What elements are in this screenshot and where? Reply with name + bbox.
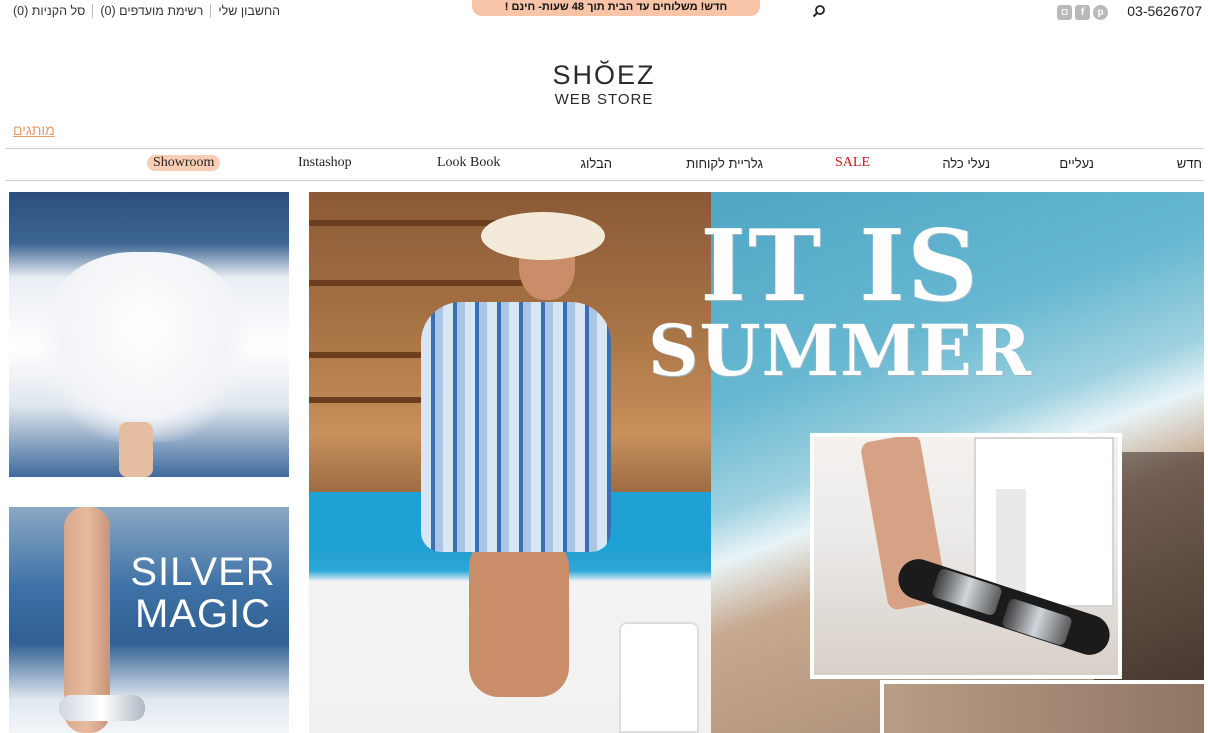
cart-link[interactable]: סל הקניות (0) — [6, 4, 92, 18]
white-skirt-banner[interactable] — [9, 192, 289, 477]
summer-title-line2: SUMMER — [647, 309, 1033, 392]
model-legs — [469, 537, 569, 697]
legs-image — [119, 422, 153, 477]
stool-rung — [996, 489, 1026, 599]
sandal-closeup-banner[interactable] — [810, 433, 1122, 679]
nav-item-sale[interactable]: SALE — [835, 155, 870, 171]
brands-link[interactable]: מותגים — [13, 122, 55, 138]
facebook-icon[interactable]: f — [1075, 5, 1090, 20]
it-is-summer-title: IT IS SUMMER — [620, 218, 1060, 386]
sun-hat — [481, 212, 605, 260]
summer-title-line1: IT IS — [700, 209, 980, 324]
search-icon[interactable] — [812, 4, 826, 18]
silver-title-line2: MAGIC — [134, 592, 272, 636]
nav-item-new[interactable]: חדש — [1177, 156, 1202, 171]
white-stool — [619, 622, 699, 733]
tutu-skirt-image — [39, 252, 249, 442]
silver-sandal-image — [59, 695, 145, 721]
nav-item-showroom[interactable]: Showroom — [147, 155, 221, 171]
nav-item-bridal[interactable]: נעלי כלה — [942, 156, 990, 171]
social-links: ◘ f p — [1057, 5, 1108, 20]
account-links: החשבון שלי רשימת מועדפים (0) סל הקניות (… — [6, 4, 287, 18]
nav-item-gallery[interactable]: גלריית לקוחות — [686, 156, 763, 171]
instagram-icon[interactable]: ◘ — [1057, 5, 1072, 20]
wishlist-link[interactable]: רשימת מועדפים (0) — [92, 4, 210, 18]
nav-item-instashop[interactable]: Instashop — [298, 155, 352, 171]
pinterest-icon[interactable]: p — [1093, 5, 1108, 20]
striped-dress — [421, 302, 611, 552]
nav-item-lookbook[interactable]: Look Book — [437, 155, 500, 171]
phone-number: 03-5626707 — [1127, 3, 1202, 19]
site-logo[interactable]: SHŎEZ WEB STORE — [545, 60, 663, 110]
top-bar: החשבון שלי רשימת מועדפים (0) סל הקניות (… — [0, 0, 1208, 26]
white-stool — [974, 437, 1114, 607]
silver-title-line1: SILVER — [130, 550, 276, 594]
silver-magic-banner[interactable]: SILVER MAGIC — [9, 507, 289, 733]
logo-subtitle: WEB STORE — [554, 91, 654, 108]
nav-item-shoes[interactable]: נעליים — [1059, 156, 1094, 171]
main-nav: חדש נעליים נעלי כלה SALE גלריית לקוחות ה… — [6, 148, 1204, 181]
my-account-link[interactable]: החשבון שלי — [210, 4, 287, 18]
nav-item-blog[interactable]: הבלוג — [580, 156, 612, 171]
promo-banner: חדש! משלוחים עד הבית תוך 48 שעות- חינם ! — [472, 0, 760, 16]
logo-wordmark: SHŎEZ — [552, 60, 656, 90]
silver-magic-title: SILVER MAGIC — [119, 551, 287, 635]
beach-thumbnail[interactable] — [880, 680, 1204, 733]
